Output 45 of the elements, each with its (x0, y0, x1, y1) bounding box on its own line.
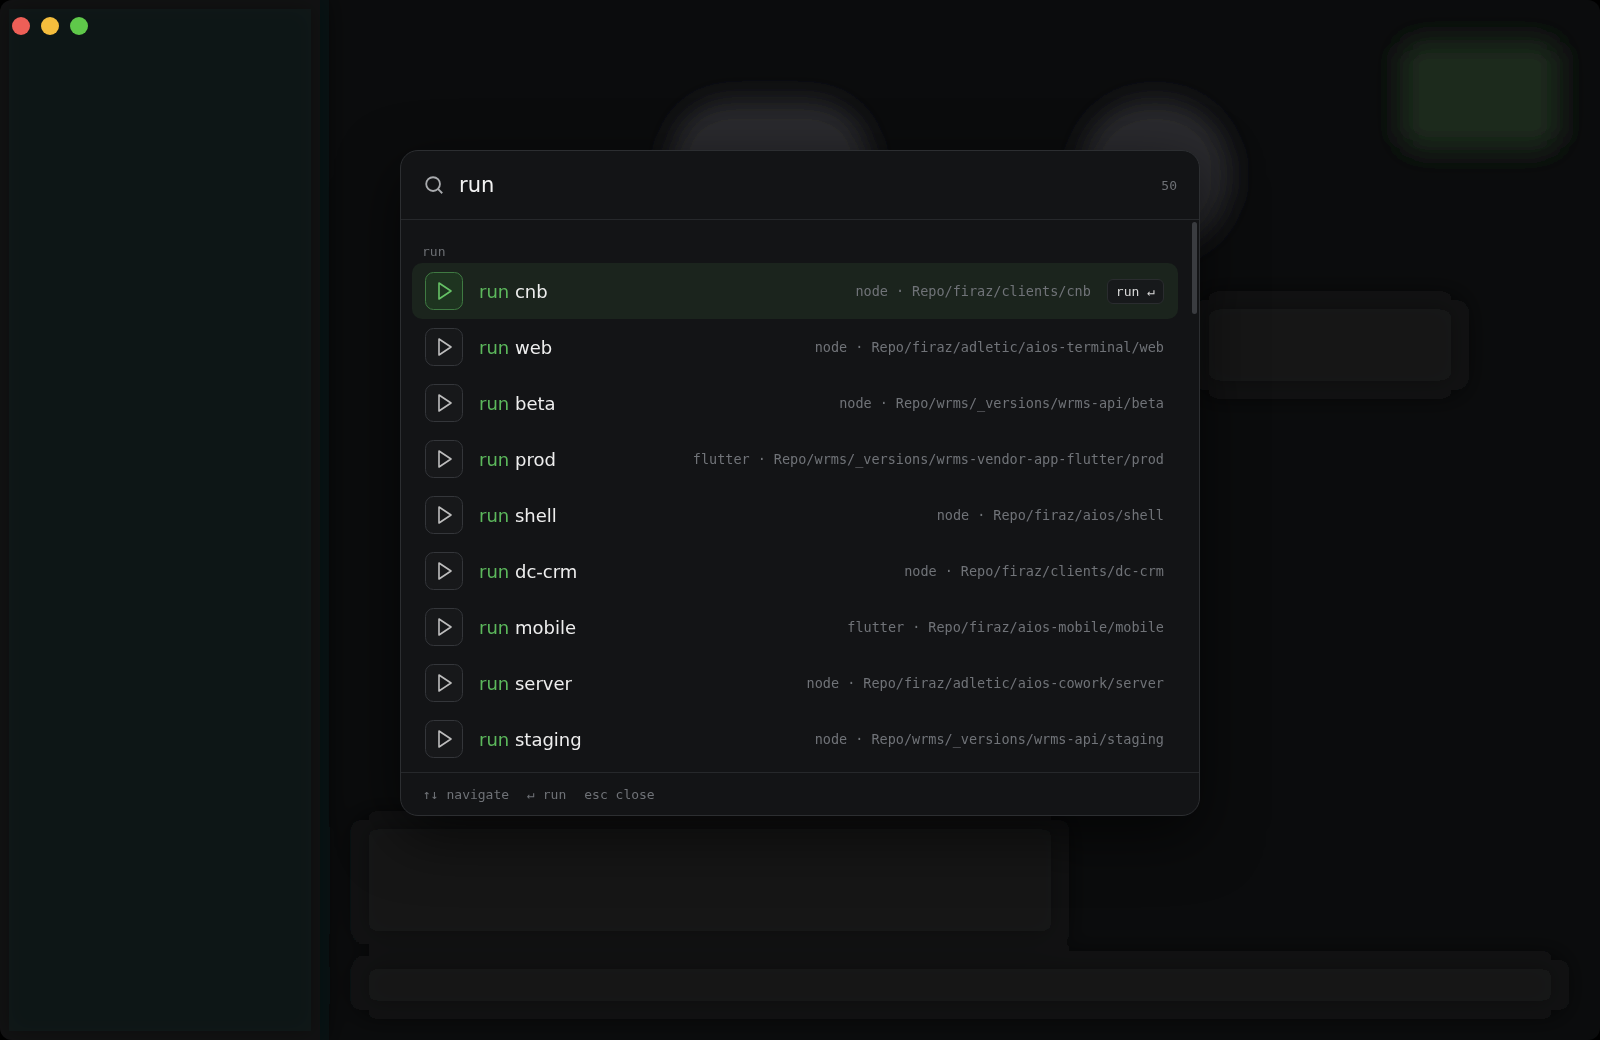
command-item[interactable]: run server node · Repo/firaz/adletic/aios-cowork/server (412, 655, 1178, 711)
command-path: node · Repo/firaz/aios/shell (936, 507, 1164, 523)
command-item[interactable]: run dc-crm node · Repo/firaz/clients/dc-crm (412, 543, 1178, 599)
command-item[interactable]: run beta node · Repo/wrms/_versions/wrms-api/beta (412, 375, 1178, 431)
play-icon (425, 496, 463, 534)
command-path: node · Repo/firaz/adletic/aios-cowork/server (806, 675, 1164, 691)
command-item[interactable]: run mobile flutter · Repo/firaz/aios-mobile/mobile (412, 599, 1178, 655)
command-name: run mobile (479, 616, 576, 638)
command-path: node · Repo/wrms/_versions/wrms-api/staging (814, 731, 1164, 747)
command-item[interactable]: run shell node · Repo/firaz/aios/shell (412, 487, 1178, 543)
command-name: run cnb (479, 280, 548, 302)
key-hint: esc close (584, 786, 655, 802)
command-name: run server (479, 672, 572, 694)
play-icon (425, 384, 463, 422)
command-path: node · Repo/firaz/clients/cnb (855, 283, 1091, 299)
command-item[interactable]: run prod flutter · Repo/wrms/_versions/wrms-vendor-app-flutter/prod (412, 431, 1178, 487)
search-icon (423, 174, 445, 196)
command-path: node · Repo/firaz/clients/dc-crm (904, 563, 1164, 579)
command-name: run beta (479, 392, 556, 414)
play-icon (425, 440, 463, 478)
key-hint: ↵ run (527, 786, 567, 802)
command-path: node · Repo/wrms/_versions/wrms-api/beta (839, 395, 1164, 411)
shortcut-hint: run ↵ (1106, 278, 1164, 304)
command-path: flutter · Repo/firaz/aios-mobile/mobile (847, 619, 1164, 635)
command-name: run dc-crm (479, 560, 578, 582)
command-item[interactable]: run staging node · Repo/wrms/_versions/wrms-api/staging (412, 711, 1178, 767)
play-icon (425, 720, 463, 758)
play-icon (425, 608, 463, 646)
command-item[interactable]: run web node · Repo/firaz/adletic/aios-terminal/web (412, 319, 1178, 375)
play-icon (425, 664, 463, 702)
command-name: run staging (479, 728, 582, 750)
command-name: run shell (479, 504, 557, 526)
result-count: 50 (1161, 177, 1177, 193)
command-path: node · Repo/firaz/adletic/aios-terminal/web (814, 339, 1164, 355)
command-item[interactable]: run cnb node · Repo/firaz/clients/cnb run ↵ (412, 263, 1178, 319)
group-label: run (421, 243, 447, 261)
key-hint: ↑↓ navigate (423, 786, 510, 802)
command-name: run prod (479, 448, 556, 470)
play-icon (425, 328, 463, 366)
play-icon (425, 272, 463, 310)
command-path: flutter · Repo/wrms/_versions/wrms-vendor-app-flutter/prod (692, 451, 1164, 467)
play-icon (425, 552, 463, 590)
search-field[interactable]: run (459, 173, 1148, 197)
scrollbar[interactable] (1192, 222, 1197, 314)
command-name: run web (479, 336, 553, 358)
